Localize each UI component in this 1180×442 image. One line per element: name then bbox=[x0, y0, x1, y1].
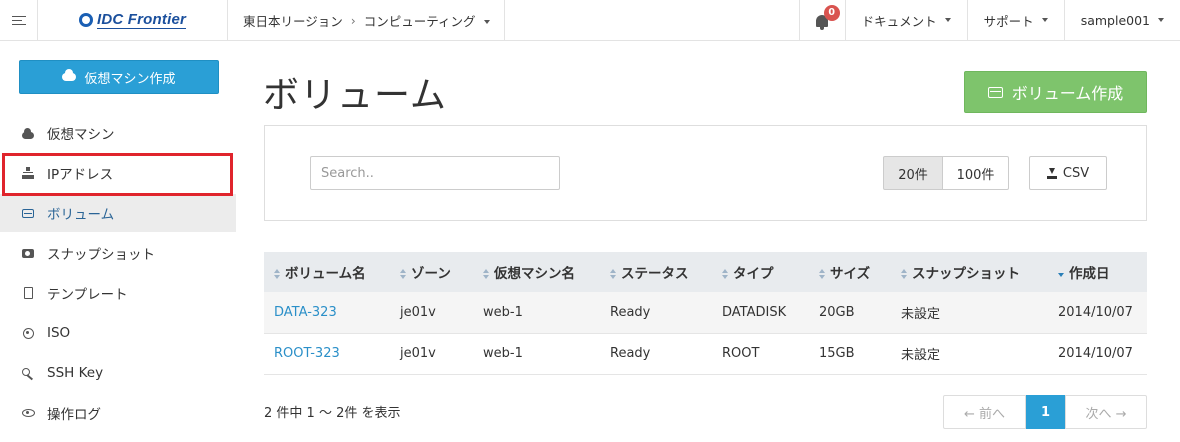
column-header-vm-name[interactable]: 仮想マシン名 bbox=[473, 252, 600, 292]
cloud-icon bbox=[22, 127, 34, 139]
page-size-100-button[interactable]: 100件 bbox=[942, 156, 1009, 190]
chevron-down-icon bbox=[1041, 18, 1048, 22]
support-menu[interactable]: サポート bbox=[968, 0, 1065, 40]
volume-table: ボリューム名 ゾーン 仮想マシン名 ステータス タイプ サイズ スナップショット… bbox=[264, 252, 1147, 375]
sort-icon bbox=[901, 269, 907, 279]
documents-menu[interactable]: ドキュメント bbox=[846, 0, 968, 40]
sort-desc-icon bbox=[1058, 269, 1064, 279]
logo[interactable]: IDC Frontier bbox=[38, 0, 228, 40]
vm-name-cell: web-1 bbox=[473, 292, 600, 334]
page-title: ボリューム bbox=[263, 75, 447, 116]
chevron-down-icon bbox=[1158, 18, 1164, 22]
menu-toggle-button[interactable] bbox=[0, 0, 38, 40]
key-icon bbox=[22, 367, 34, 379]
size-cell: 15GB bbox=[809, 333, 891, 375]
column-header-volume-name[interactable]: ボリューム名 bbox=[264, 252, 390, 292]
column-header-type[interactable]: タイプ bbox=[712, 252, 809, 292]
type-cell: DATADISK bbox=[712, 292, 809, 334]
sidebar-item-operation-log[interactable]: 操作ログ bbox=[0, 394, 236, 432]
zone-cell: je01v bbox=[390, 333, 473, 375]
created-date-cell: 2014/10/07 bbox=[1048, 333, 1147, 375]
column-header-snapshot[interactable]: スナップショット bbox=[891, 252, 1048, 292]
cloud-icon bbox=[62, 69, 77, 81]
table-row: ROOT-323 je01v web-1 Ready ROOT 15GB 未設定… bbox=[264, 333, 1147, 375]
hdd-icon bbox=[987, 86, 1003, 98]
sort-icon bbox=[722, 269, 728, 279]
sidebar-item-snapshot[interactable]: スナップショット bbox=[0, 234, 236, 272]
chevron-down-icon bbox=[944, 18, 951, 22]
create-volume-button[interactable]: ボリューム作成 bbox=[964, 71, 1147, 113]
service-label: コンピューティング bbox=[363, 13, 476, 29]
column-header-created-date[interactable]: 作成日 bbox=[1048, 252, 1147, 292]
hamburger-icon bbox=[11, 13, 26, 28]
download-icon bbox=[1046, 167, 1057, 179]
snapshot-cell: 未設定 bbox=[891, 333, 1048, 375]
table-row: DATA-323 je01v web-1 Ready DATADISK 20GB… bbox=[264, 292, 1147, 334]
notification-badge: 0 bbox=[823, 5, 840, 21]
table-header-row: ボリューム名 ゾーン 仮想マシン名 ステータス タイプ サイズ スナップショット… bbox=[264, 252, 1147, 292]
page-size-20-button[interactable]: 20件 bbox=[883, 156, 943, 190]
sidebar-item-iso[interactable]: ISO bbox=[0, 314, 236, 352]
vm-name-cell: web-1 bbox=[473, 333, 600, 375]
create-vm-button[interactable]: 仮想マシン作成 bbox=[19, 60, 219, 94]
service-dropdown[interactable]: コンピューティング bbox=[364, 11, 490, 30]
chevron-down-icon bbox=[483, 20, 490, 24]
column-header-size[interactable]: サイズ bbox=[809, 252, 891, 292]
pagination: ← 前へ 1 次へ → bbox=[943, 395, 1147, 429]
account-menu[interactable]: sample001 bbox=[1065, 0, 1180, 40]
sort-icon bbox=[819, 269, 825, 279]
volume-link[interactable]: DATA-323 bbox=[274, 305, 337, 320]
sidebar-item-volume[interactable]: ボリューム bbox=[0, 194, 236, 232]
size-cell: 20GB bbox=[809, 292, 891, 334]
breadcrumb-separator: › bbox=[350, 12, 356, 28]
top-bar: IDC Frontier 東日本リージョン › コンピューティング 0 ドキュメ… bbox=[0, 0, 1180, 41]
created-date-cell: 2014/10/07 bbox=[1048, 292, 1147, 334]
notifications-button[interactable]: 0 bbox=[800, 0, 846, 40]
page-1-button[interactable]: 1 bbox=[1026, 395, 1065, 429]
search-input[interactable] bbox=[310, 156, 560, 190]
sort-icon bbox=[274, 269, 280, 279]
sort-icon bbox=[400, 269, 406, 279]
sort-icon bbox=[610, 269, 616, 279]
prev-page-button[interactable]: ← 前へ bbox=[943, 395, 1026, 429]
zone-cell: je01v bbox=[390, 292, 473, 334]
filter-panel: 20件 100件 CSV bbox=[264, 125, 1147, 221]
sort-icon bbox=[483, 269, 489, 279]
volume-link[interactable]: ROOT-323 bbox=[274, 346, 340, 361]
disc-icon bbox=[22, 327, 34, 339]
breadcrumb: 東日本リージョン › コンピューティング bbox=[228, 0, 505, 40]
sidebar-item-ssh-key[interactable]: SSH Key bbox=[0, 354, 236, 392]
column-header-status[interactable]: ステータス bbox=[600, 252, 712, 292]
next-page-button[interactable]: 次へ → bbox=[1065, 395, 1147, 429]
selection-highlight bbox=[2, 153, 233, 196]
type-cell: ROOT bbox=[712, 333, 809, 375]
csv-download-button[interactable]: CSV bbox=[1029, 156, 1107, 190]
hdd-icon bbox=[22, 208, 34, 218]
camera-icon bbox=[22, 248, 34, 258]
logo-text: IDC Frontier bbox=[96, 10, 187, 29]
status-cell: Ready bbox=[600, 292, 712, 334]
eye-icon bbox=[21, 409, 35, 417]
logo-mark-icon bbox=[78, 13, 93, 27]
region-link[interactable]: 東日本リージョン bbox=[243, 11, 343, 30]
result-summary: 2 件中 1 〜 2件 を表示 bbox=[264, 406, 401, 421]
sidebar: 仮想マシン作成 仮想マシン IPアドレス ボリューム スナップショット テンプレ… bbox=[0, 41, 236, 442]
snapshot-cell: 未設定 bbox=[891, 292, 1048, 334]
status-cell: Ready bbox=[600, 333, 712, 375]
file-icon bbox=[23, 287, 33, 299]
sidebar-item-template[interactable]: テンプレート bbox=[0, 274, 236, 312]
sidebar-item-vm[interactable]: 仮想マシン bbox=[0, 114, 236, 152]
column-header-zone[interactable]: ゾーン bbox=[390, 252, 473, 292]
